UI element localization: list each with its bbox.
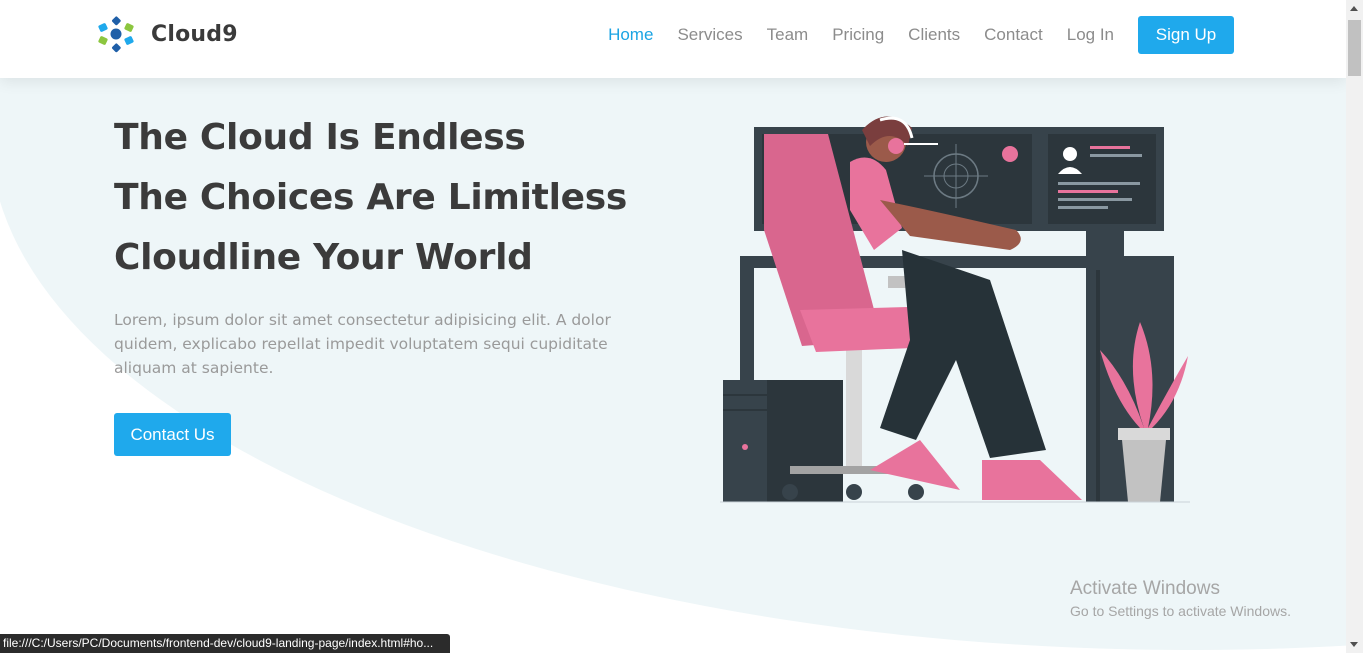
hero-headline: The Cloud Is Endless The Choices Are Lim… xyxy=(114,108,674,288)
nav-link-pricing[interactable]: Pricing xyxy=(832,16,884,54)
watermark-title: Activate Windows xyxy=(1070,578,1220,599)
hero-illustration xyxy=(720,116,1190,503)
nav-link-home[interactable]: Home xyxy=(608,16,653,54)
headline-line: The Cloud Is Endless xyxy=(114,117,526,158)
main-nav: Home Services Team Pricing Clients Conta… xyxy=(584,16,1234,54)
hero-content: The Cloud Is Endless The Choices Are Lim… xyxy=(114,108,674,456)
brand-name: Cloud9 xyxy=(151,21,238,47)
cloud9-logo-icon xyxy=(98,16,134,53)
navbar: Cloud9 Home Services Team Pricing Client… xyxy=(0,0,1346,78)
nav-link-contact[interactable]: Contact xyxy=(984,16,1043,54)
pc-tower-graphic xyxy=(723,380,843,502)
headline-line: Cloudline Your World xyxy=(114,237,533,278)
nav-link-clients[interactable]: Clients xyxy=(908,16,960,54)
signup-button[interactable]: Sign Up xyxy=(1138,16,1234,54)
browser-status-bar: file:///C:/Users/PC/Documents/frontend-d… xyxy=(0,634,450,653)
brand[interactable]: Cloud9 xyxy=(97,15,238,53)
headline-line: The Choices Are Limitless xyxy=(114,177,627,218)
nav-link-services[interactable]: Services xyxy=(677,16,742,54)
scrollbar-thumb[interactable] xyxy=(1348,20,1361,76)
scroll-down-arrow-icon[interactable] xyxy=(1350,642,1358,647)
windows-activation-watermark: Activate Windows Go to Settings to activ… xyxy=(1070,578,1291,619)
nav-link-team[interactable]: Team xyxy=(767,16,809,54)
contact-us-button[interactable]: Contact Us xyxy=(114,413,231,456)
scroll-up-arrow-icon[interactable] xyxy=(1350,6,1358,11)
hero-paragraph: Lorem, ipsum dolor sit amet consectetur … xyxy=(114,311,611,377)
watermark-subtitle: Go to Settings to activate Windows. xyxy=(1070,603,1291,619)
nav-link-login[interactable]: Log In xyxy=(1067,16,1114,54)
vertical-scrollbar[interactable] xyxy=(1346,0,1363,653)
